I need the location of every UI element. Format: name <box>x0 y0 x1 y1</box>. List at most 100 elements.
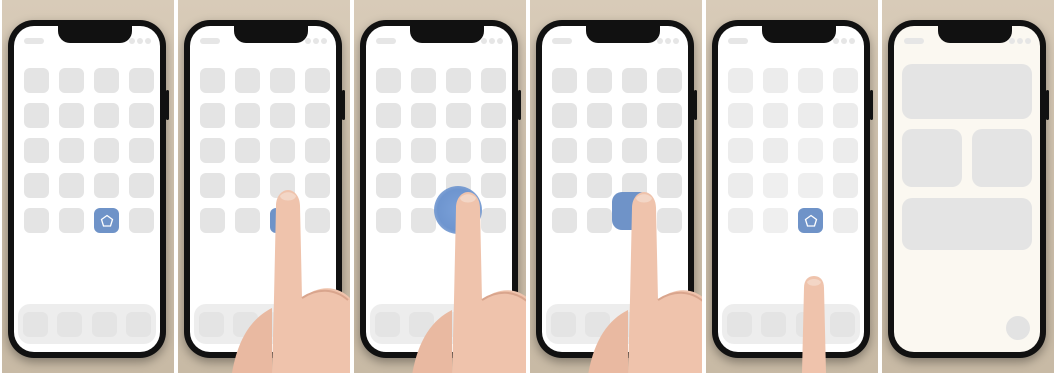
dock-app-icon[interactable] <box>761 311 787 337</box>
app-icon[interactable] <box>305 138 330 163</box>
app-icon[interactable] <box>235 68 260 93</box>
phone-screen <box>14 26 160 352</box>
app-icon[interactable] <box>798 103 823 128</box>
app-icon[interactable] <box>305 103 330 128</box>
app-icon[interactable] <box>587 138 612 163</box>
app-icon[interactable] <box>728 103 753 128</box>
app-icon[interactable] <box>376 68 401 93</box>
app-icon[interactable] <box>59 173 84 198</box>
app-icon[interactable] <box>446 138 471 163</box>
small-widget-right[interactable] <box>972 129 1032 187</box>
app-icon[interactable] <box>587 68 612 93</box>
app-icon[interactable] <box>24 173 49 198</box>
app-icon[interactable] <box>833 173 858 198</box>
app-icon[interactable] <box>94 173 119 198</box>
app-icon[interactable] <box>552 68 577 93</box>
app-icon[interactable] <box>129 68 154 93</box>
app-icon[interactable] <box>622 103 647 128</box>
app-icon[interactable] <box>94 103 119 128</box>
app-icon[interactable] <box>763 173 788 198</box>
app-icon[interactable] <box>376 173 401 198</box>
app-icon[interactable] <box>129 208 154 233</box>
app-icon[interactable] <box>376 103 401 128</box>
large-widget[interactable] <box>902 64 1032 119</box>
app-icon[interactable] <box>411 68 436 93</box>
app-icon[interactable] <box>24 103 49 128</box>
app-icon[interactable] <box>446 103 471 128</box>
app-icon[interactable] <box>657 68 682 93</box>
dock-app-icon[interactable] <box>374 311 400 337</box>
app-icon[interactable] <box>376 138 401 163</box>
app-icon[interactable] <box>235 138 260 163</box>
app-icon[interactable] <box>552 208 577 233</box>
app-icon[interactable] <box>200 208 225 233</box>
app-icon[interactable] <box>833 68 858 93</box>
wide-widget[interactable] <box>902 198 1032 250</box>
app-icon[interactable] <box>129 173 154 198</box>
app-icon[interactable] <box>446 68 471 93</box>
app-icon[interactable] <box>481 138 506 163</box>
app-icon[interactable] <box>552 103 577 128</box>
dock-app-icon[interactable] <box>22 311 48 337</box>
highlighted-app-icon[interactable] <box>94 208 119 233</box>
app-icon[interactable] <box>59 68 84 93</box>
app-icon[interactable] <box>129 103 154 128</box>
app-icon[interactable] <box>728 208 753 233</box>
app-icon[interactable] <box>763 103 788 128</box>
app-icon[interactable] <box>270 138 295 163</box>
app-icon[interactable] <box>94 68 119 93</box>
small-widget-left[interactable] <box>902 129 962 187</box>
app-icon[interactable] <box>552 138 577 163</box>
app-icon[interactable] <box>270 68 295 93</box>
app-icon[interactable] <box>587 103 612 128</box>
app-icon[interactable] <box>657 138 682 163</box>
app-icon[interactable] <box>59 103 84 128</box>
app-icon[interactable] <box>411 138 436 163</box>
finger-icon <box>588 192 702 373</box>
app-grid <box>728 68 858 233</box>
dock-app-icon[interactable] <box>550 311 576 337</box>
app-icon[interactable] <box>305 68 330 93</box>
app-icon[interactable] <box>270 103 295 128</box>
app-icon[interactable] <box>728 173 753 198</box>
app-icon[interactable] <box>129 138 154 163</box>
app-icon[interactable] <box>763 68 788 93</box>
dock-app-icon[interactable] <box>126 311 152 337</box>
app-icon[interactable] <box>411 103 436 128</box>
app-icon[interactable] <box>763 208 788 233</box>
app-icon[interactable] <box>200 103 225 128</box>
app-icon[interactable] <box>728 68 753 93</box>
app-icon[interactable] <box>24 208 49 233</box>
status-bar-left <box>24 38 44 44</box>
app-icon[interactable] <box>728 138 753 163</box>
app-icon[interactable] <box>798 173 823 198</box>
app-icon[interactable] <box>376 208 401 233</box>
app-icon[interactable] <box>833 138 858 163</box>
app-icon[interactable] <box>94 138 119 163</box>
dock-app-icon[interactable] <box>198 311 224 337</box>
app-icon[interactable] <box>657 103 682 128</box>
app-icon[interactable] <box>798 138 823 163</box>
app-icon[interactable] <box>833 208 858 233</box>
app-icon[interactable] <box>24 68 49 93</box>
app-icon[interactable] <box>763 138 788 163</box>
add-widget-button[interactable] <box>1006 316 1030 340</box>
dock-app-icon[interactable] <box>91 311 117 337</box>
dragged-app-icon[interactable] <box>798 208 823 233</box>
app-icon[interactable] <box>59 138 84 163</box>
app-icon[interactable] <box>481 103 506 128</box>
app-icon[interactable] <box>59 208 84 233</box>
app-icon[interactable] <box>798 68 823 93</box>
app-icon[interactable] <box>552 173 577 198</box>
app-icon[interactable] <box>622 138 647 163</box>
app-icon[interactable] <box>200 68 225 93</box>
dock-app-icon[interactable] <box>726 311 752 337</box>
dock-app-icon[interactable] <box>57 311 83 337</box>
app-icon[interactable] <box>200 173 225 198</box>
app-icon[interactable] <box>235 103 260 128</box>
app-icon[interactable] <box>833 103 858 128</box>
app-icon[interactable] <box>24 138 49 163</box>
app-icon[interactable] <box>481 68 506 93</box>
app-icon[interactable] <box>200 138 225 163</box>
app-icon[interactable] <box>622 68 647 93</box>
